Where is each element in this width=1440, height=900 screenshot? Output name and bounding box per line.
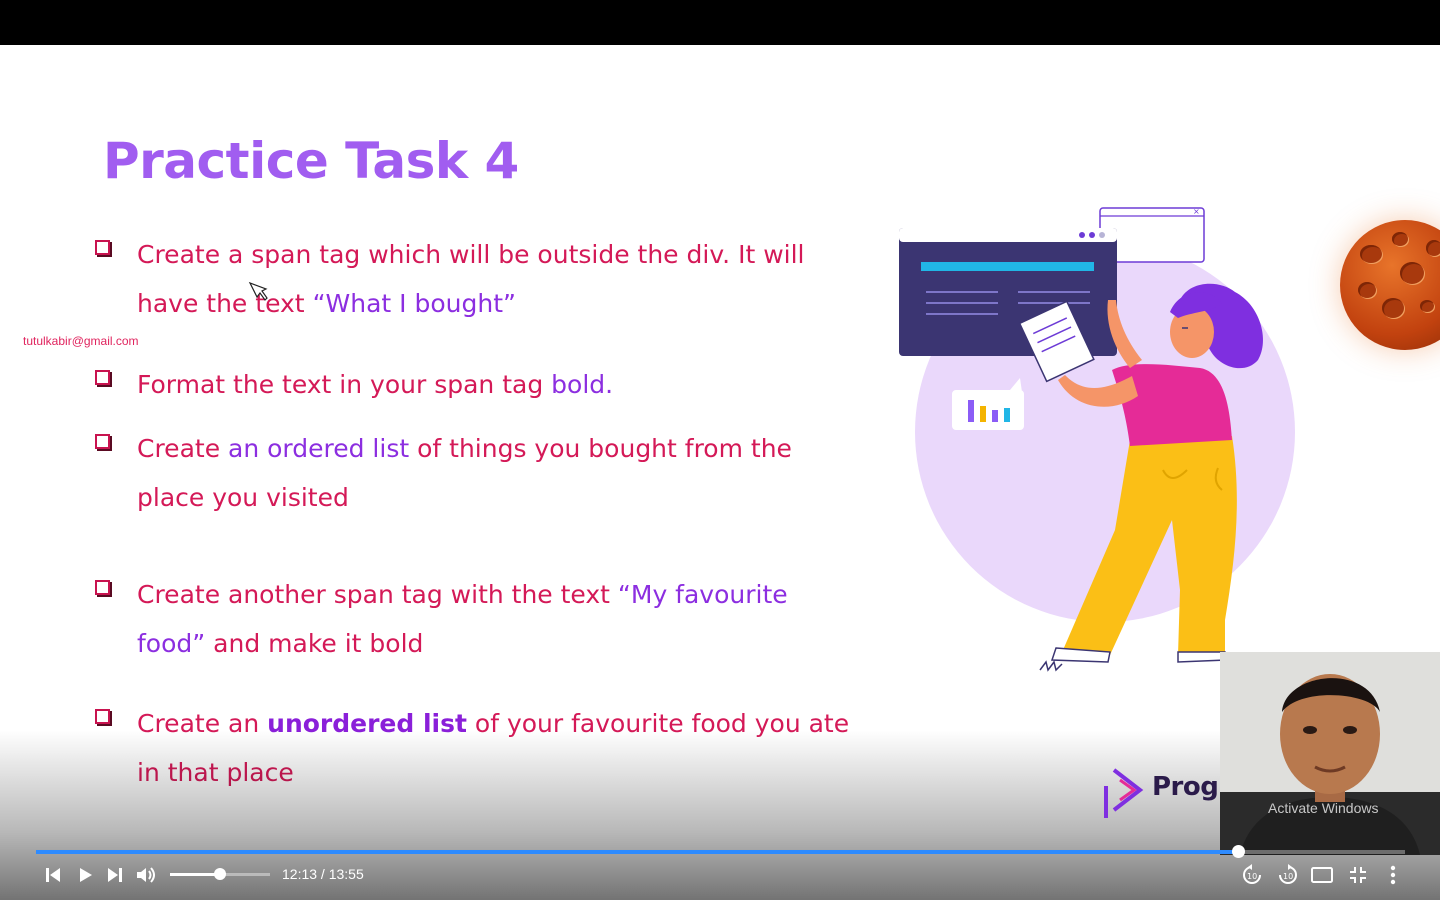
planet-decoration [1340,220,1440,350]
exit-fullscreen-button[interactable] [1346,862,1370,888]
task-text-segment: Create another span tag with the text [137,580,618,609]
mute-button[interactable] [134,862,158,888]
checkbox-bullet-icon [95,709,110,724]
presenter-image [1220,652,1440,855]
activate-windows-watermark: Activate Windows [1268,800,1379,816]
task-item-2: Format the text in your span tag bold. [95,360,855,409]
theater-mode-button[interactable] [1310,862,1334,888]
svg-text:×: × [1193,207,1200,216]
volume-icon [137,867,155,883]
progress-played [36,850,1238,854]
previous-button[interactable] [42,862,64,888]
checkbox-bullet-icon [95,434,110,449]
more-icon [1390,865,1396,885]
checkbox-bullet-icon [95,240,110,255]
forward-10-button[interactable]: 10 [1276,862,1300,888]
rewind-10-icon: 10 [1243,864,1261,884]
volume-slider-handle[interactable] [214,868,226,880]
task-text: Create another span tag with the text “M… [137,570,855,668]
forward-10-icon: 10 [1279,864,1297,884]
task-text-segment: an ordered list [228,434,410,463]
task-item-3: Create an ordered list of things you bou… [95,424,855,522]
woman-with-screen-illustration: × [899,207,1295,672]
task-text: Create an ordered list of things you bou… [137,424,855,522]
next-icon [108,868,122,882]
task-text: Create a span tag which will be outside … [137,230,855,328]
task-item-4: Create another span tag with the text “M… [95,570,855,668]
programming-hero-logo-icon [1104,768,1144,818]
previous-icon [46,868,60,882]
task-text-segment: “What I bought” [312,289,516,318]
svg-text:10: 10 [1283,872,1293,881]
pen-cursor-icon [248,281,268,301]
checkbox-bullet-icon [95,580,110,595]
slide-title: Practice Task 4 [103,132,519,190]
progress-scrubber-handle[interactable] [1231,845,1245,858]
task-text-segment: Create [137,434,229,463]
task-text: Format the text in your span tag bold. [137,360,855,409]
time-display: 12:13 / 13:55 [282,866,364,882]
svg-text:10: 10 [1247,872,1257,881]
next-button[interactable] [104,862,126,888]
video-progress-bar[interactable] [36,845,1405,858]
task-text-segment: and make it bold [205,629,424,658]
theater-mode-icon [1311,867,1333,883]
task-text-segment: bold. [551,370,614,399]
more-options-button[interactable] [1382,862,1404,888]
presenter-webcam: Activate Windows [1220,652,1440,855]
top-black-bar [0,0,1440,45]
volume-level [170,873,220,876]
play-button[interactable] [74,862,96,888]
rewind-10-button[interactable]: 10 [1240,862,1264,888]
exit-fullscreen-icon [1350,867,1366,883]
email-watermark: tutulkabir@gmail.com [23,334,139,348]
task-text-segment: Format the text in your span tag [137,370,552,399]
checkbox-bullet-icon [95,370,110,385]
volume-slider[interactable] [170,868,270,880]
play-icon [80,868,92,882]
task-item-1: Create a span tag which will be outside … [95,230,855,328]
